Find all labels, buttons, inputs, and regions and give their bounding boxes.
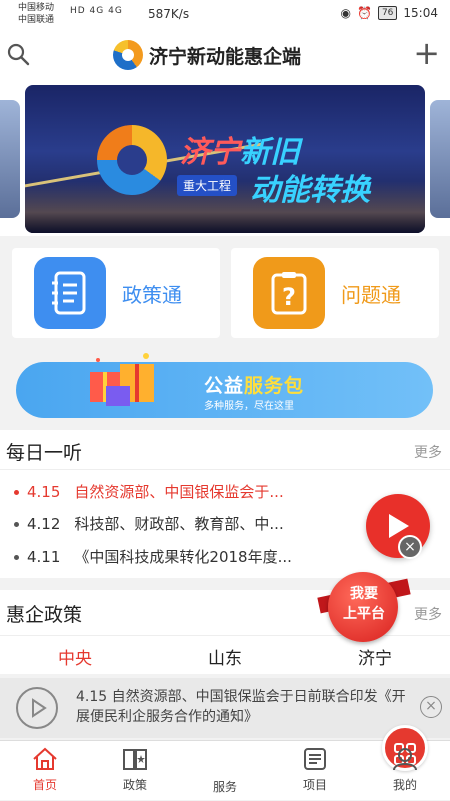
banner-carousel[interactable]: 济宁新旧 重大工程 动能转换 (0, 80, 450, 236)
header-title-wrap: 济宁新动能惠企端 (113, 40, 301, 70)
entry-row: 政策通 ? 问题通 (0, 236, 450, 349)
prev-banner-card[interactable] (0, 100, 20, 218)
alarm-icon: ⏰ (357, 6, 372, 20)
badge-line-1: 我要 (350, 586, 378, 602)
policy-entry-button[interactable]: 政策通 (12, 248, 220, 338)
close-play-button[interactable]: × (398, 535, 422, 559)
policy-entry-label: 政策通 (122, 282, 182, 307)
service-package-banner[interactable]: 公益服务包 多种服务，尽在这里 (16, 353, 433, 418)
audio-player-bar[interactable]: 4.15 自然资源部、中国银保监会于日前联合印发《开展便民利企服务合作的通知》 … (0, 678, 450, 738)
notebook-icon (34, 257, 106, 329)
player-close-icon[interactable]: × (420, 696, 442, 718)
page-title: 济宁新动能惠企端 (149, 45, 302, 68)
list-item[interactable]: 4.12 科技部、财政部、教育部、中... (14, 513, 284, 534)
item-text: 《中国科技成果转化2018年度... (74, 548, 292, 566)
status-bar: 中国移动 中国联通 HD 4G 4G 587K/s ◉ ⏰ 76 15:04 (0, 0, 450, 28)
list-item[interactable]: 4.11 《中国科技成果转化2018年度... (14, 546, 292, 567)
tab-policy-label: 政策 (122, 778, 147, 792)
tab-profile-label: 我的 (392, 778, 417, 792)
tab-project[interactable]: 项目 (270, 741, 360, 801)
next-banner-card[interactable] (430, 100, 450, 218)
add-icon[interactable]: + (413, 37, 440, 69)
tab-policy[interactable]: 政策 (90, 741, 180, 801)
player-track-text: 4.15 自然资源部、中国银保监会于日前联合印发《开展便民利企服务合作的通知》 (76, 689, 406, 725)
app-logo (113, 40, 143, 70)
question-entry-label: 问题通 (341, 282, 401, 307)
banner-tag: 重大工程 (177, 175, 238, 196)
battery-icon: 76 (377, 6, 398, 20)
eye-icon: ◉ (340, 6, 351, 20)
document-icon (304, 748, 326, 770)
tab-shandong[interactable]: 山东 (150, 644, 300, 669)
bullet-dot (14, 522, 19, 527)
promo-title-white: 公益 (204, 375, 245, 397)
join-platform-badge[interactable]: 我要 上平台 (317, 566, 411, 644)
banner-headline-2: 动能转换 (250, 173, 370, 208)
policy-section-title: 惠企政策 (6, 604, 83, 626)
tab-jining[interactable]: 济宁 (300, 644, 450, 669)
daily-more-link[interactable]: 更多 (414, 442, 442, 462)
signal-icon: HD 4G 4G (70, 6, 123, 16)
item-text: 科技部、财政部、教育部、中... (74, 515, 284, 533)
home-icon (33, 747, 57, 770)
item-text: 自然资源部、中国银保监会于... (74, 483, 284, 501)
item-date: 4.15 (27, 483, 61, 501)
banner-image[interactable]: 济宁新旧 重大工程 动能转换 (25, 85, 425, 233)
bullet-dot (14, 555, 19, 560)
promo-subtitle: 多种服务，尽在这里 (204, 401, 294, 412)
daily-section-header: 每日一听 更多 (0, 430, 450, 470)
badge-line-2: 上平台 (343, 606, 385, 622)
carrier-2: 中国联通 (18, 15, 55, 25)
gift-boxes-icon (90, 353, 154, 406)
tab-home[interactable]: 首页 (0, 741, 90, 801)
carrier-1: 中国移动 (18, 3, 55, 13)
item-date: 4.12 (27, 515, 61, 533)
net-speed: 587K/s (148, 7, 190, 21)
bottom-tab-bar: 首页 政策 服务 项目 我的 (0, 725, 450, 801)
tab-profile[interactable]: 我的 (360, 741, 450, 801)
tab-project-label: 项目 (302, 778, 327, 792)
search-icon[interactable] (6, 42, 32, 68)
tab-central[interactable]: 中央 (0, 644, 150, 669)
tab-service[interactable]: 服务 (180, 725, 428, 801)
clock-time: 15:04 (403, 6, 438, 20)
promo-title: 公益服务包 (204, 371, 304, 398)
item-date: 4.11 (27, 548, 61, 566)
tab-home-label: 首页 (32, 778, 57, 792)
bullet-dot (14, 490, 19, 495)
question-entry-button[interactable]: ? 问题通 (231, 248, 439, 338)
list-item[interactable]: 4.15 自然资源部、中国银保监会于... (14, 481, 284, 502)
question-clipboard-icon: ? (253, 257, 325, 329)
svg-text:?: ? (282, 283, 296, 311)
policy-more-link[interactable]: 更多 (414, 604, 442, 624)
promo-title-yellow: 服务包 (244, 375, 305, 397)
daily-section-title: 每日一听 (6, 442, 83, 464)
banner-headline-red: 济宁 (180, 135, 240, 170)
status-right: ◉ ⏰ 76 15:04 (341, 6, 438, 20)
app-header: 济宁新动能惠企端 + (0, 28, 450, 80)
user-icon (393, 748, 417, 771)
badge-text: 我要 上平台 (334, 584, 394, 624)
banner-emblem (97, 125, 167, 195)
book-star-icon (123, 749, 147, 770)
player-play-icon[interactable] (16, 687, 58, 729)
tab-service-label: 服务 (212, 780, 237, 794)
carrier-info: 中国移动 中国联通 (18, 2, 54, 26)
